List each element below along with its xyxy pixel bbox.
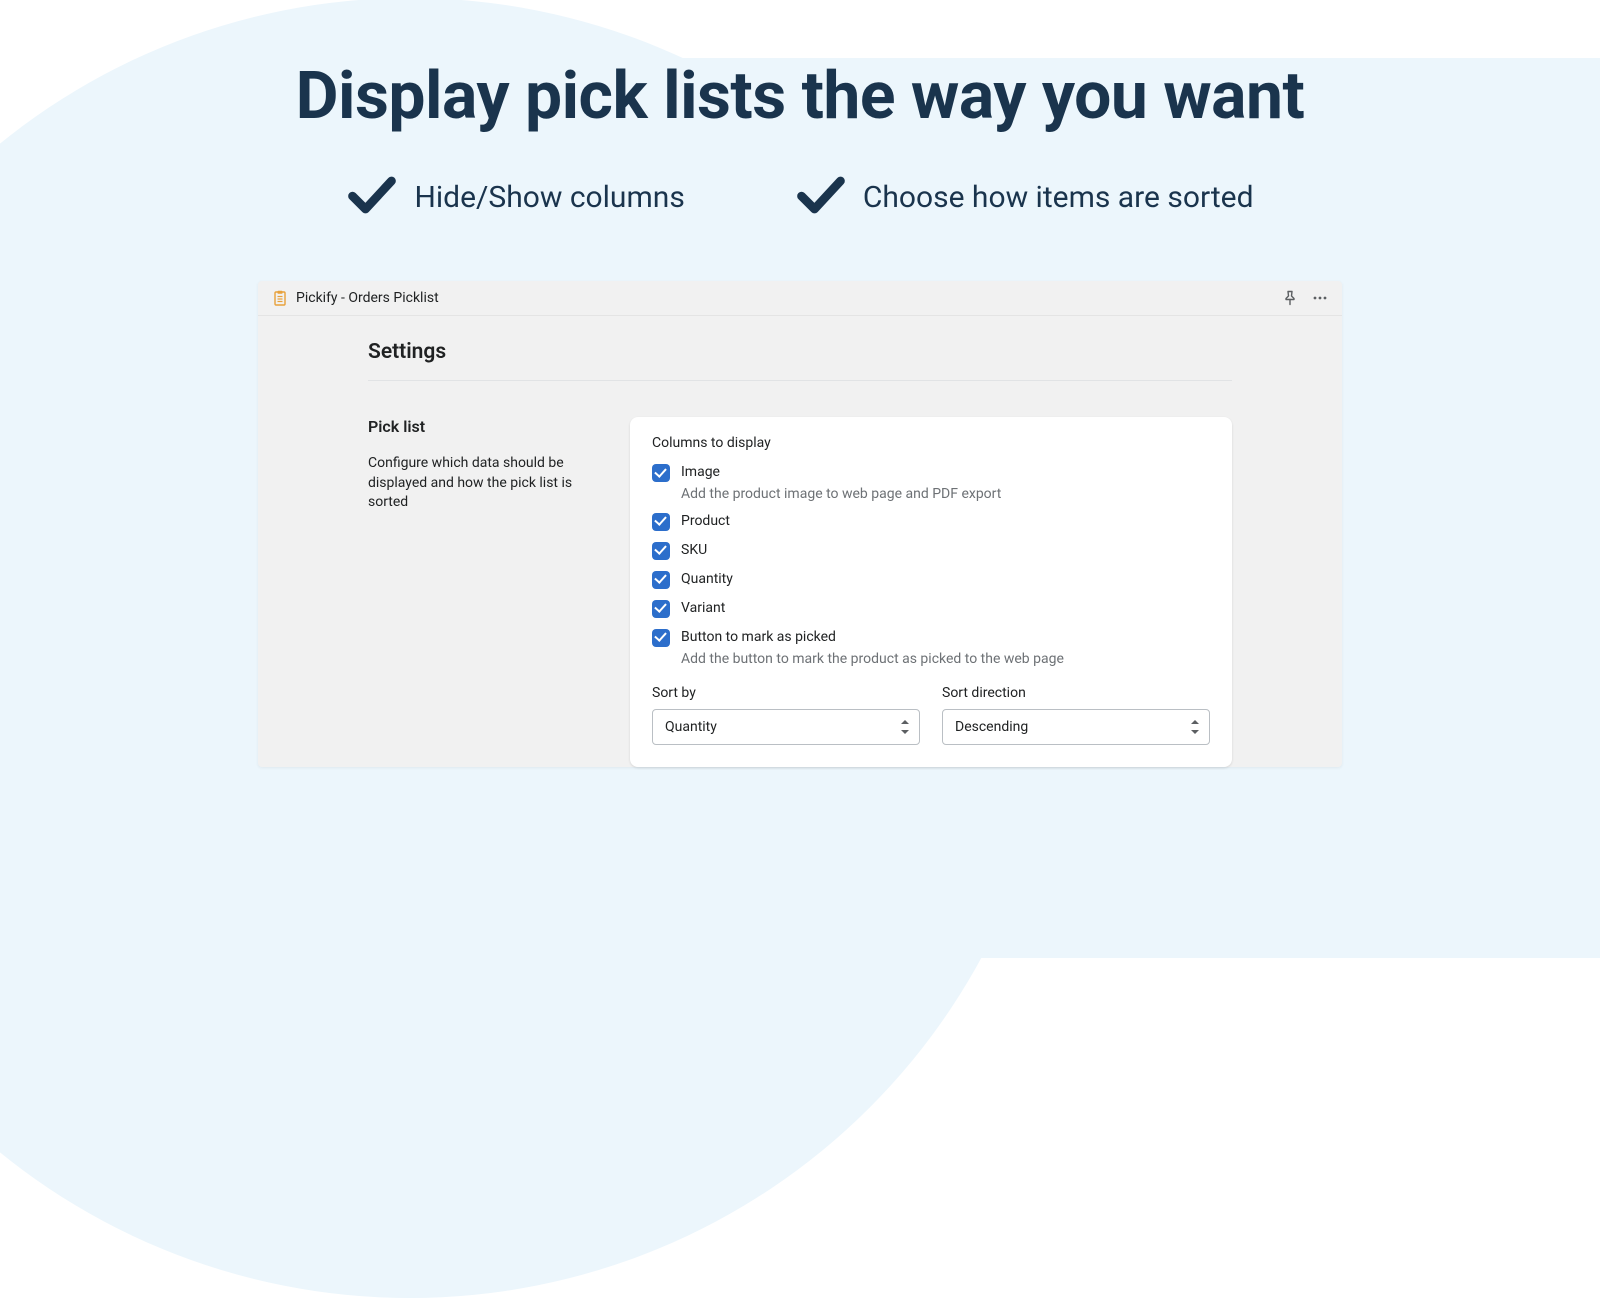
checkbox-label: Variant	[681, 599, 725, 618]
hero-feature-sort: Choose how items are sorted	[795, 169, 1254, 225]
checkbox-quantity[interactable]	[652, 571, 670, 589]
chevron-sort-icon	[1191, 720, 1200, 734]
checkbox-picked[interactable]	[652, 629, 670, 647]
clipboard-icon	[272, 290, 288, 306]
checkbox-help: Add the product image to web page and PD…	[681, 486, 1001, 502]
settings-section-info: Pick list Configure which data should be…	[368, 417, 612, 767]
section-description: Configure which data should be displayed…	[368, 454, 612, 513]
checkbox-image[interactable]	[652, 464, 670, 482]
sort-direction-select[interactable]: Descending	[942, 709, 1210, 745]
checkbox-variant[interactable]	[652, 600, 670, 618]
checkbox-row-variant: Variant	[652, 599, 1210, 618]
checkbox-label: Quantity	[681, 570, 733, 589]
checkbox-product[interactable]	[652, 513, 670, 531]
hero-feature-label: Choose how items are sorted	[863, 180, 1254, 215]
hero-feature-label: Hide/Show columns	[414, 180, 684, 215]
checkbox-row-sku: SKU	[652, 541, 1210, 560]
checkbox-label: Button to mark as picked	[681, 628, 1064, 647]
app-name: Pickify - Orders Picklist	[296, 290, 439, 306]
checkbox-label: SKU	[681, 541, 707, 560]
checkbox-row-product: Product	[652, 512, 1210, 531]
checkbox-row-picked: Button to mark as picked Add the button …	[652, 628, 1210, 667]
sort-by-label: Sort by	[652, 685, 920, 701]
hero-title: Display pick lists the way you want	[0, 58, 1600, 135]
section-title: Pick list	[368, 417, 612, 436]
check-icon	[795, 169, 847, 225]
pin-icon[interactable]	[1282, 290, 1298, 306]
settings-heading: Settings	[368, 340, 1232, 381]
app-topbar: Pickify - Orders Picklist	[258, 281, 1342, 316]
chevron-sort-icon	[901, 720, 910, 734]
app-window: Pickify - Orders Picklist Settings Pick …	[258, 281, 1342, 767]
sort-by-value: Quantity	[665, 719, 717, 735]
hero-feature-row: Hide/Show columns Choose how items are s…	[0, 169, 1600, 225]
checkbox-label: Image	[681, 463, 1001, 482]
checkbox-sku[interactable]	[652, 542, 670, 560]
checkbox-row-image: Image Add the product image to web page …	[652, 463, 1210, 502]
checkbox-label: Product	[681, 512, 730, 531]
checkbox-row-quantity: Quantity	[652, 570, 1210, 589]
picklist-card: Columns to display Image Add the product…	[630, 417, 1232, 767]
more-icon[interactable]	[1312, 290, 1328, 306]
sort-direction-label: Sort direction	[942, 685, 1210, 701]
hero-feature-columns: Hide/Show columns	[346, 169, 684, 225]
checkbox-help: Add the button to mark the product as pi…	[681, 651, 1064, 667]
check-icon	[346, 169, 398, 225]
sort-direction-value: Descending	[955, 719, 1028, 735]
sort-by-select[interactable]: Quantity	[652, 709, 920, 745]
columns-label: Columns to display	[652, 435, 1210, 451]
